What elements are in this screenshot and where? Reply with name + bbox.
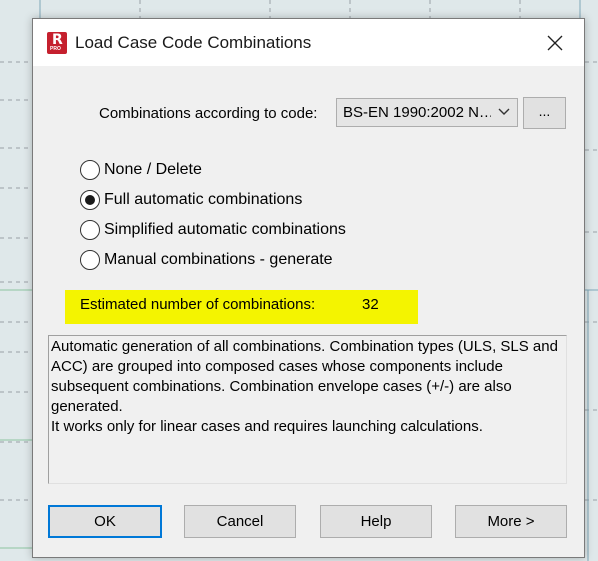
code-options-button[interactable]: ... — [523, 97, 566, 129]
option-manual-generate[interactable]: Manual combinations - generate — [80, 249, 333, 271]
close-icon — [547, 35, 563, 51]
cancel-button[interactable]: Cancel — [184, 505, 296, 538]
radio-checked-icon — [80, 190, 100, 210]
option-full-automatic[interactable]: Full automatic combinations — [80, 189, 302, 211]
more-button[interactable]: More > — [455, 505, 567, 538]
app-icon-caption: PRO — [50, 46, 61, 52]
dialog-title: Load Case Code Combinations — [75, 33, 312, 52]
estimate-value: 32 — [362, 296, 379, 313]
description-box: Automatic generation of all combinations… — [48, 335, 567, 484]
option-none-delete[interactable]: None / Delete — [80, 159, 202, 181]
help-button[interactable]: Help — [320, 505, 432, 538]
code-select[interactable]: BS-EN 1990:2002 N… — [336, 98, 518, 127]
code-select-value: BS-EN 1990:2002 N… — [343, 104, 491, 121]
option-label: Manual combinations - generate — [104, 251, 333, 268]
ok-button[interactable]: OK — [48, 505, 162, 538]
chevron-down-icon — [498, 108, 510, 115]
radio-icon — [80, 160, 100, 180]
option-simplified-automatic[interactable]: Simplified automatic combinations — [80, 219, 346, 241]
option-label: None / Delete — [104, 161, 202, 178]
radio-icon — [80, 220, 100, 240]
estimate-label: Estimated number of combinations: — [80, 296, 316, 313]
radio-icon — [80, 250, 100, 270]
code-label: Combinations according to code: — [99, 105, 318, 122]
title-bar[interactable]: R PRO Load Case Code Combinations — [33, 19, 584, 66]
robot-pro-app-icon: R PRO — [47, 32, 67, 54]
load-case-combinations-dialog: R PRO Load Case Code Combinations Combin… — [32, 18, 585, 558]
close-button[interactable] — [541, 29, 569, 57]
option-label: Full automatic combinations — [104, 191, 303, 208]
option-label: Simplified automatic combinations — [104, 221, 346, 238]
